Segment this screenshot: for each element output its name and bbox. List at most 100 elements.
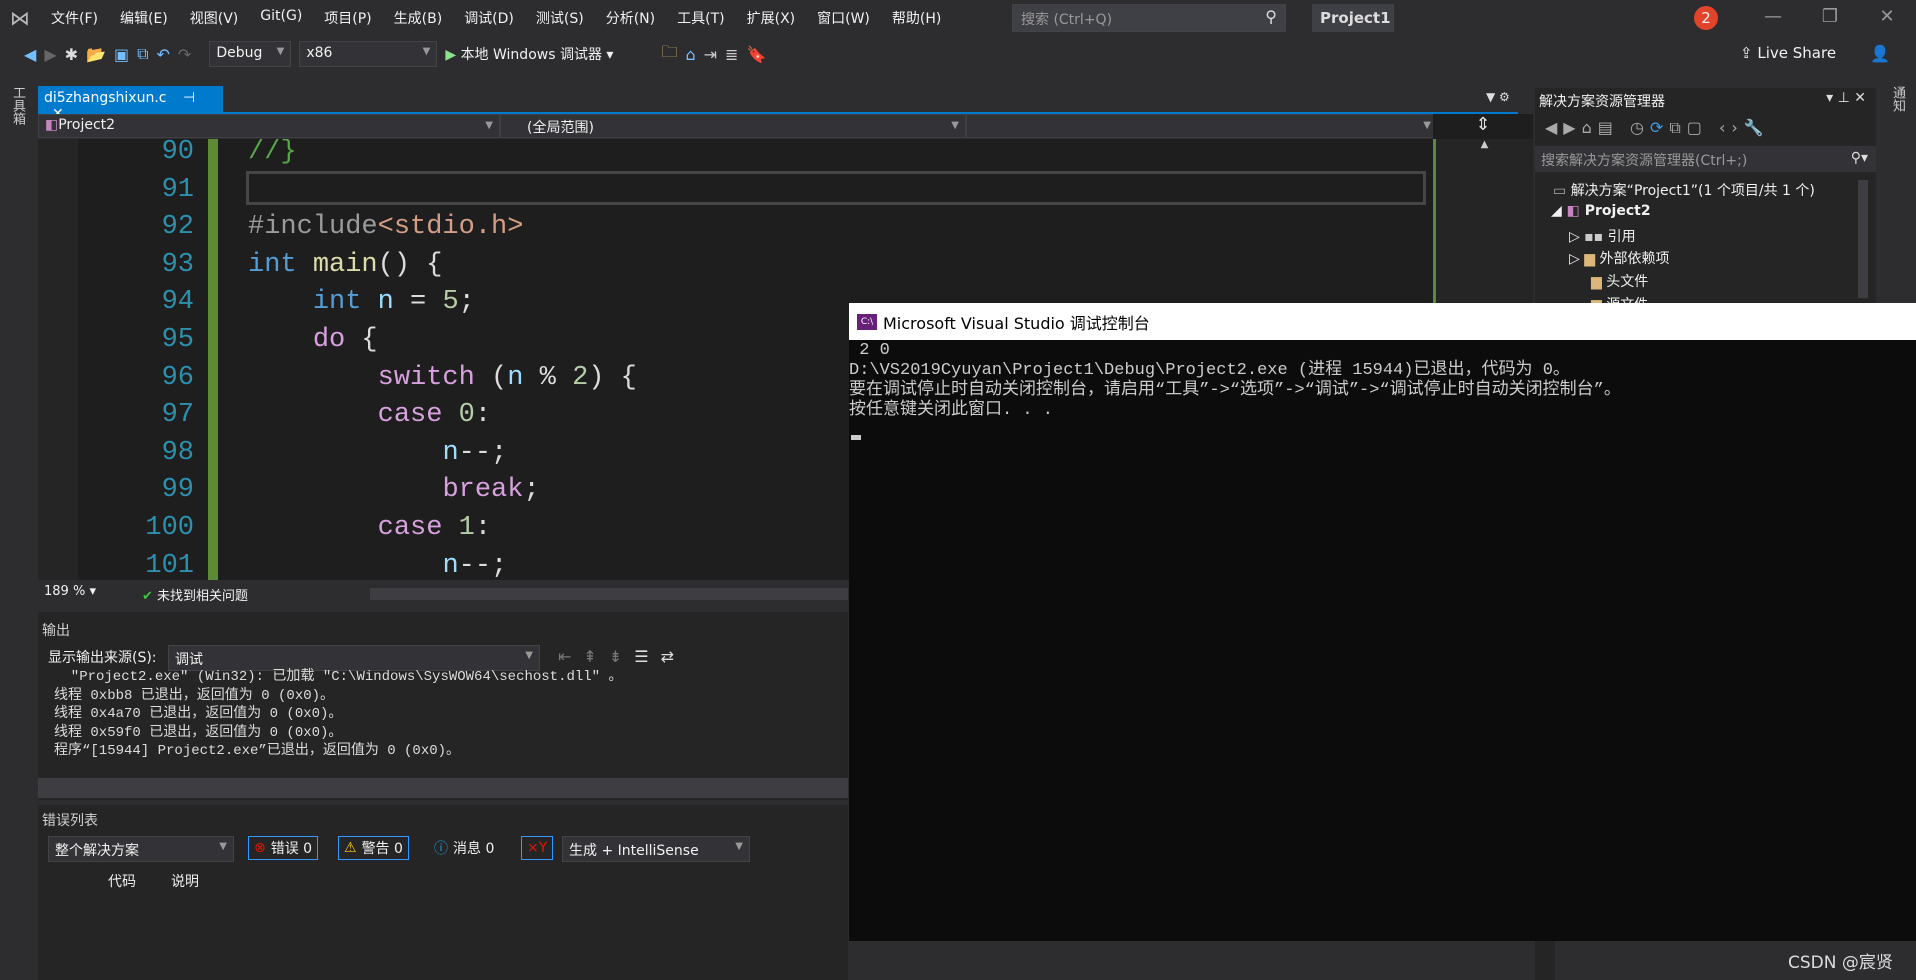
horizontal-scrollbar[interactable] [370, 588, 848, 600]
code-line[interactable]: 92 #include<stdio.h> [38, 208, 1433, 246]
solution-search-input[interactable]: 搜索解决方案资源管理器(Ctrl+;) ⚲▾ [1535, 146, 1876, 172]
project-icon: ◧ [1566, 203, 1580, 219]
search-input[interactable]: 搜索 (Ctrl+Q) ⚲ [1012, 4, 1286, 32]
tree-scrollbar[interactable] [1858, 180, 1868, 298]
errors-filter-button[interactable]: ⊗ 错误 0 [248, 836, 319, 860]
tab-dropdown-icon[interactable]: ▼ ⚙ [1486, 90, 1510, 104]
output-text: "Project2.exe" (Win32): 已加载 "C:\Windows\… [54, 668, 622, 761]
find-in-files-icon[interactable]: 🗀 [661, 41, 677, 68]
solution-explorer-controls[interactable]: ▾ ⊥ ✕ [1826, 90, 1866, 106]
save-icon[interactable]: ▣ [114, 45, 129, 64]
tree-project[interactable]: ◢ ◧ Project2 [1551, 203, 1651, 219]
undo-icon[interactable]: ↶ [157, 45, 170, 64]
folder-icon: ▆ [1591, 274, 1602, 290]
output-title: 输出 [42, 623, 70, 639]
output-hscroll[interactable] [38, 778, 848, 798]
console-title-bar[interactable]: C:\ Microsoft Visual Studio 调试控制台 [849, 303, 1916, 340]
forward-icon[interactable]: ▶ [44, 45, 56, 64]
solution-explorer-toolbar[interactable]: ◀▶⌂▤ ◷⟳⧉▢ ‹›🔧 [1545, 118, 1770, 138]
platform-select[interactable]: x86 ▼ [299, 41, 438, 67]
member-select[interactable]: ▼ [966, 114, 1438, 138]
new-project-icon[interactable]: ✱ [65, 45, 78, 64]
back-icon[interactable]: ◀ [24, 45, 36, 64]
output-line: 线程 0x4a70 已退出，返回值为 0 (0x0)。 [54, 706, 343, 722]
messages-filter-button[interactable]: ⓘ 消息 0 [428, 836, 500, 860]
save-all-icon[interactable]: ⧉ [137, 44, 148, 64]
line-number: 91 [161, 174, 194, 205]
column-code[interactable]: 代码 [108, 871, 136, 891]
menu-item[interactable]: 生成(B) [383, 8, 454, 28]
code-text: //} [248, 139, 297, 167]
menu-item[interactable]: 工具(T) [666, 8, 735, 28]
scope-select[interactable]: (全局范围) ▼ [500, 114, 966, 138]
error-scope-select[interactable]: 整个解决方案 ▼ [48, 836, 234, 862]
redo-icon[interactable]: ↷ [178, 45, 191, 64]
tab-di5zhangshixun[interactable]: di5zhangshixun.c ⊣ ✕ [38, 86, 223, 122]
run-label: 本地 Windows 调试器 [460, 47, 602, 63]
warnings-filter-button[interactable]: ⚠ 警告 0 [338, 836, 409, 860]
minimize-button[interactable]: — [1758, 6, 1788, 27]
menu-item[interactable]: 窗口(W) [806, 8, 881, 28]
toolbox-strip[interactable]: 工具箱 [0, 80, 36, 980]
menu-item[interactable]: 帮助(H) [881, 8, 952, 28]
menu-item[interactable]: Git(G) [249, 8, 313, 28]
console-line: 要在调试停止时自动关闭控制台，请启用“工具”->“选项”->“调试”->“调试停… [849, 381, 1621, 400]
step-icon[interactable]: ⇥ [704, 45, 717, 64]
tree-header-files[interactable]: ▆ 头文件 [1591, 271, 1648, 291]
close-button[interactable]: ✕ [1872, 6, 1902, 27]
line-number: 97 [161, 400, 194, 431]
split-button[interactable]: ⇕ [1433, 114, 1533, 139]
menu-item[interactable]: 视图(V) [179, 8, 250, 28]
live-share-button[interactable]: ⇪ Live Share [1740, 44, 1836, 62]
zoom-select[interactable]: 189 % ▾ [38, 583, 114, 605]
console-title: Microsoft Visual Studio 调试控制台 [883, 313, 1150, 333]
line-number: 96 [161, 362, 194, 393]
code-text: break; [442, 475, 540, 506]
restore-button[interactable]: ❐ [1815, 6, 1845, 27]
clear-filter-button[interactable]: ⨯Y [521, 836, 554, 860]
build-source-select[interactable]: 生成 + IntelliSense ▼ [562, 836, 750, 862]
console-output: 2 0 D:\VS2019Cyuyan\Project1\Debug\Projec… [849, 341, 1621, 421]
open-folder-icon[interactable]: 📂 [86, 45, 106, 64]
run-debugger-button[interactable]: ▶ 本地 Windows 调试器 ▾ [445, 44, 613, 64]
pin-icon[interactable]: ⊣ [183, 90, 195, 106]
notification-badge[interactable]: 2 [1694, 6, 1718, 30]
config-value: Debug [216, 45, 263, 61]
menu-item[interactable]: 测试(S) [525, 8, 595, 28]
line-number: 101 [145, 550, 194, 580]
column-description[interactable]: 说明 [171, 871, 199, 891]
menu-item[interactable]: 编辑(E) [109, 8, 179, 28]
tree-external-deps[interactable]: ▷ ▆ 外部依赖项 [1569, 248, 1669, 268]
config-select[interactable]: Debug ▼ [209, 41, 292, 67]
home-icon[interactable]: ⌂ [685, 45, 695, 64]
code-line[interactable]: 93 int main() { [38, 246, 1433, 284]
notifications-label: 通知 [1890, 86, 1905, 112]
output-toolbar-icons[interactable]: ⇤⇞⇟☰⇄ [558, 647, 686, 666]
vs-logo-icon[interactable]: ⋈ [0, 6, 40, 30]
line-number: 90 [161, 139, 194, 167]
menu-item[interactable]: 文件(F) [40, 8, 109, 28]
tree-solution[interactable]: ▭ 解决方案“Project1”(1 个项目/共 1 个) [1553, 180, 1815, 200]
menu-item[interactable]: 扩展(X) [736, 8, 807, 28]
menu-item[interactable]: 分析(N) [595, 8, 666, 28]
search-placeholder: 搜索 (Ctrl+Q) [1021, 12, 1113, 28]
bookmark-icon[interactable]: 🔖 [746, 45, 766, 64]
tree-references[interactable]: ▷ ▪▪ 引用 [1569, 226, 1636, 246]
code-text: #include<stdio.h> [248, 212, 524, 243]
account-icon[interactable]: 👤 [1870, 44, 1890, 63]
tab-label: di5zhangshixun.c [44, 90, 167, 106]
references-icon: ▪▪ [1584, 229, 1604, 245]
code-line[interactable]: 90 //} [38, 139, 1433, 171]
comment-icon[interactable]: ≣ [725, 45, 738, 64]
code-text: case 1: [377, 513, 492, 543]
code-line[interactable]: 91 [38, 171, 1433, 209]
debug-console-window[interactable]: C:\ Microsoft Visual Studio 调试控制台 2 0 D:\V… [849, 303, 1916, 941]
output-source-label: 显示输出来源(S): [48, 650, 157, 666]
tab-row: di5zhangshixun.c ⊣ ✕ ▼ ⚙ [38, 86, 1518, 122]
menu-item[interactable]: 调试(D) [453, 8, 525, 28]
tree-label: 外部依赖项 [1599, 251, 1670, 267]
search-icon: ⚲ [1265, 7, 1277, 26]
project-select[interactable]: ◧Project2 ▼ [38, 114, 500, 138]
play-icon: ▶ [445, 47, 457, 63]
menu-item[interactable]: 项目(P) [313, 8, 382, 28]
